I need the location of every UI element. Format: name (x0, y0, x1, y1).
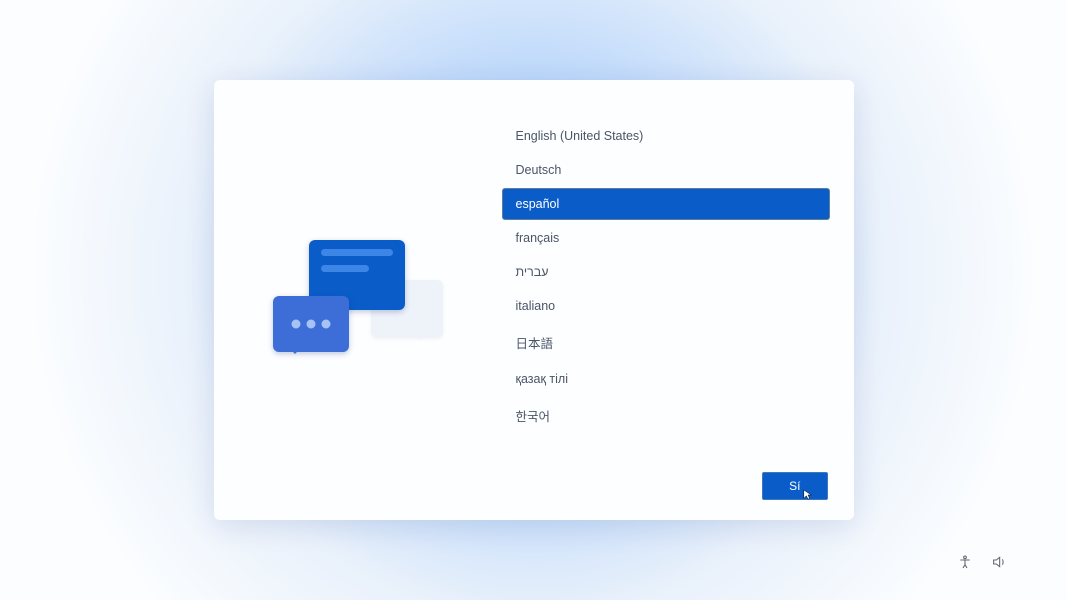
language-illustration (214, 80, 502, 520)
language-option-es[interactable]: español (502, 188, 830, 220)
language-list: English (United States) Deutsch español … (502, 80, 854, 520)
volume-icon[interactable] (991, 554, 1007, 574)
language-option-de[interactable]: Deutsch (502, 154, 830, 186)
language-option-it[interactable]: italiano (502, 290, 830, 322)
language-option-fr[interactable]: français (502, 222, 830, 254)
language-option-he[interactable]: עברית (502, 256, 830, 288)
confirm-button[interactable]: Sí (762, 472, 827, 500)
cursor-icon (803, 489, 813, 501)
language-option-ja[interactable]: 日本語 (502, 324, 830, 361)
language-option-kk[interactable]: қазақ тілі (502, 363, 830, 395)
system-tray (957, 554, 1007, 574)
confirm-button-label: Sí (789, 479, 800, 493)
accessibility-icon[interactable] (957, 554, 973, 574)
setup-dialog: English (United States) Deutsch español … (214, 80, 854, 520)
language-option-en-us[interactable]: English (United States) (502, 120, 830, 152)
speech-bubbles-icon (273, 240, 443, 360)
language-option-ko[interactable]: 한국어 (502, 397, 830, 434)
